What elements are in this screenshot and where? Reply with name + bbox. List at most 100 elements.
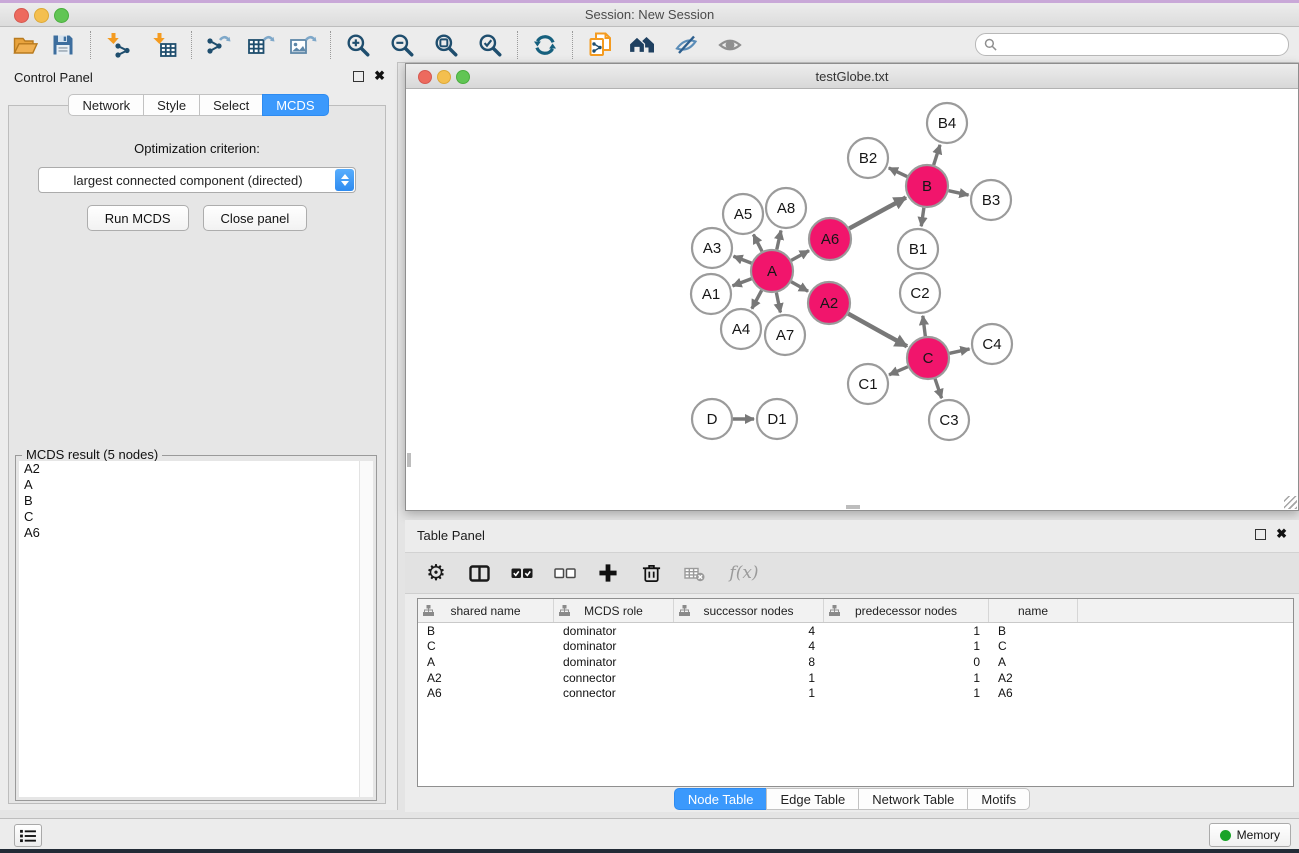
table-cell[interactable]: 0 — [824, 655, 989, 669]
result-list-item[interactable]: A — [19, 477, 373, 493]
graph-edge-A-A7[interactable] — [776, 293, 780, 313]
table-cell[interactable]: A6 — [989, 686, 1078, 700]
table-cell[interactable]: A — [989, 655, 1078, 669]
import-table-icon[interactable] — [145, 30, 183, 60]
graph-edge-B-B2[interactable] — [889, 168, 907, 177]
graph-edge-C-C4[interactable] — [949, 349, 969, 353]
graph-node-D1[interactable]: D1 — [757, 399, 797, 439]
table-cell[interactable]: A6 — [418, 686, 554, 700]
table-cell[interactable]: C — [418, 639, 554, 653]
float-table-panel-icon[interactable] — [1255, 529, 1266, 540]
export-image-icon[interactable] — [284, 30, 322, 60]
result-list-item[interactable]: B — [19, 493, 373, 509]
tab-mcds[interactable]: MCDS — [262, 94, 328, 116]
memory-button[interactable]: Memory — [1209, 823, 1291, 847]
zoom-out-icon[interactable] — [383, 30, 421, 60]
network-canvas[interactable]: B4B2BB3A8A5A6A3B1AA1C2A2A4A7C4CC1C3DD1 — [406, 89, 1298, 510]
zoom-in-icon[interactable] — [339, 30, 377, 60]
graph-node-D[interactable]: D — [692, 399, 732, 439]
tab-network[interactable]: Network — [68, 94, 144, 116]
graph-edge-B-B1[interactable] — [921, 208, 924, 226]
table-cell[interactable]: B — [989, 624, 1078, 638]
home-icon[interactable] — [623, 30, 661, 60]
column-header-predecessor-nodes[interactable]: predecessor nodes — [824, 599, 989, 622]
graph-edge-A-A1[interactable] — [733, 279, 752, 286]
table-cell[interactable]: 1 — [824, 624, 989, 638]
tab-select[interactable]: Select — [199, 94, 263, 116]
export-table-icon[interactable] — [242, 30, 280, 60]
column-header-successor-nodes[interactable]: successor nodes — [674, 599, 824, 622]
graph-node-C3[interactable]: C3 — [929, 400, 969, 440]
open-session-icon[interactable] — [6, 30, 44, 60]
graph-node-A8[interactable]: A8 — [766, 188, 806, 228]
graph-node-C4[interactable]: C4 — [972, 324, 1012, 364]
graph-node-A[interactable]: A — [751, 250, 793, 292]
result-list-item[interactable]: A2 — [19, 461, 373, 477]
graph-node-B1[interactable]: B1 — [898, 229, 938, 269]
save-session-icon[interactable] — [44, 30, 82, 60]
graph-node-B2[interactable]: B2 — [848, 138, 888, 178]
column-header-MCDS-role[interactable]: MCDS role — [554, 599, 674, 622]
column-layout-icon[interactable] — [466, 560, 492, 586]
graph-node-B3[interactable]: B3 — [971, 180, 1011, 220]
duplicate-network-icon[interactable] — [581, 30, 619, 60]
add-column-icon[interactable] — [595, 560, 621, 586]
graph-node-C[interactable]: C — [907, 337, 949, 379]
graph-edge-A-A3[interactable] — [733, 256, 751, 263]
table-row[interactable]: Adominator80A — [418, 654, 1293, 670]
horizontal-scroll-thumb[interactable] — [846, 505, 860, 509]
result-list-item[interactable]: C — [19, 509, 373, 525]
select-all-checkboxes-icon[interactable] — [509, 560, 535, 586]
column-header-name[interactable]: name — [989, 599, 1078, 622]
deselect-all-checkboxes-icon[interactable] — [552, 560, 578, 586]
graph-node-C1[interactable]: C1 — [848, 364, 888, 404]
table-cell[interactable]: B — [418, 624, 554, 638]
table-row[interactable]: A6connector11A6 — [418, 685, 1293, 701]
graph-node-A6[interactable]: A6 — [809, 218, 851, 260]
network-window-titlebar[interactable]: testGlobe.txt — [406, 64, 1298, 89]
graph-edge-A2-C[interactable] — [848, 314, 907, 347]
mcds-result-list[interactable]: A2ABCA6 — [19, 461, 373, 797]
table-cell[interactable]: 4 — [674, 639, 824, 653]
graph-node-A1[interactable]: A1 — [691, 274, 731, 314]
refresh-icon[interactable] — [526, 30, 564, 60]
zoom-selected-icon[interactable] — [471, 30, 509, 60]
table-cell[interactable]: dominator — [554, 639, 674, 653]
tab-node-table[interactable]: Node Table — [674, 788, 768, 810]
graph-edge-A-A6[interactable] — [791, 251, 809, 261]
graph-node-B4[interactable]: B4 — [927, 103, 967, 143]
graph-node-A3[interactable]: A3 — [692, 228, 732, 268]
import-network-icon[interactable] — [99, 30, 137, 60]
graph-node-A5[interactable]: A5 — [723, 194, 763, 234]
table-cell[interactable]: 4 — [674, 624, 824, 638]
table-cell[interactable]: dominator — [554, 655, 674, 669]
search-box[interactable] — [975, 33, 1289, 56]
table-row[interactable]: Cdominator41C — [418, 639, 1293, 655]
table-row[interactable]: A2connector11A2 — [418, 670, 1293, 686]
run-mcds-button[interactable]: Run MCDS — [87, 205, 189, 231]
search-input[interactable] — [1003, 37, 1280, 53]
graph-edge-B-B3[interactable] — [948, 191, 968, 195]
ui-settings-menu-button[interactable] — [14, 824, 42, 847]
close-panel-icon[interactable]: ✖ — [374, 70, 385, 82]
tab-network-table[interactable]: Network Table — [858, 788, 968, 810]
tab-motifs[interactable]: Motifs — [967, 788, 1030, 810]
table-cell[interactable]: connector — [554, 671, 674, 685]
graph-node-B[interactable]: B — [906, 165, 948, 207]
graph-edge-C-C3[interactable] — [935, 379, 942, 398]
table-cell[interactable]: 1 — [824, 639, 989, 653]
float-panel-icon[interactable] — [353, 71, 364, 82]
graph-edge-B-B4[interactable] — [934, 145, 940, 165]
table-cell[interactable]: 8 — [674, 655, 824, 669]
graph-edge-C-C1[interactable] — [889, 367, 908, 375]
result-list-scrollbar[interactable] — [359, 461, 373, 797]
graph-edge-C-C2[interactable] — [923, 316, 926, 336]
graph-edge-A-A2[interactable] — [791, 282, 808, 291]
graph-node-A7[interactable]: A7 — [765, 315, 805, 355]
criterion-dropdown[interactable]: largest connected component (directed) — [38, 167, 356, 193]
zoom-fit-icon[interactable] — [427, 30, 465, 60]
graph-node-A2[interactable]: A2 — [808, 282, 850, 324]
table-row[interactable]: Bdominator41B — [418, 623, 1293, 639]
graph-edge-A6-B[interactable] — [849, 198, 906, 229]
table-cell[interactable]: 1 — [824, 686, 989, 700]
